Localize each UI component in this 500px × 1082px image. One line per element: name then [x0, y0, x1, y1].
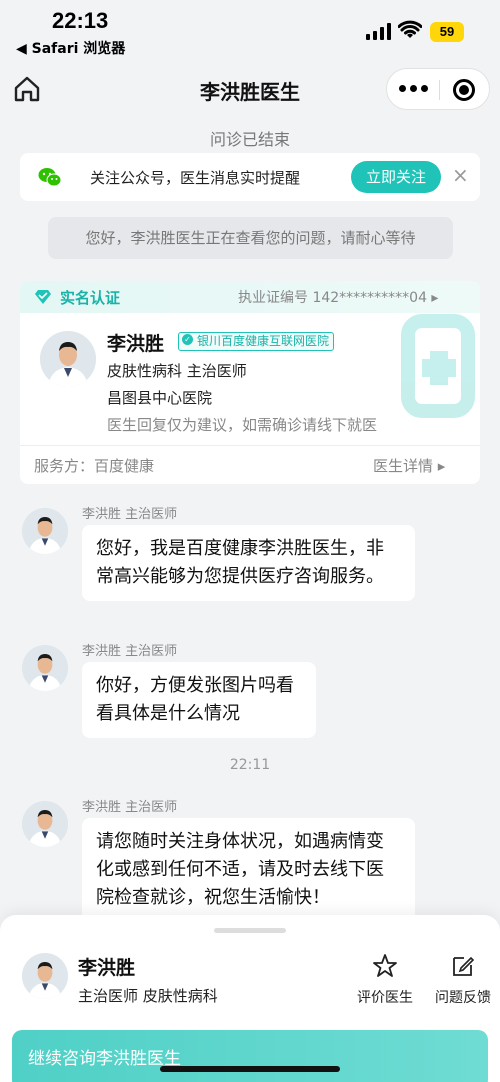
status-bar: 22:13 ◀ Safari 浏览器 59 [0, 0, 500, 60]
sheet-grabber[interactable] [214, 928, 286, 933]
continue-consult-label: 继续咨询李洪胜医生 [28, 1049, 181, 1069]
diamond-verified-icon [35, 290, 51, 304]
status-time: 22:13 [52, 8, 109, 33]
wifi-icon [398, 20, 422, 38]
mini-program-capsule [386, 68, 490, 110]
close-mini-program-icon[interactable] [453, 79, 475, 101]
doctor-detail-link[interactable]: 医生详情 ▸ [373, 455, 445, 476]
verify-label: 实名认证 [60, 289, 121, 307]
rate-doctor-label: 评价医生 [357, 990, 413, 1006]
close-icon[interactable]: × [452, 163, 469, 187]
message-bubble: 你好，方便发张图片吗看看具体是什么情况 [82, 662, 316, 738]
bottom-sheet: 李洪胜 主治医师 皮肤性病科 评价医生 问题反馈 继续咨询李洪胜医生 [0, 915, 500, 1082]
nav-bar: 李洪胜医生 [0, 62, 500, 118]
battery-indicator: 59 [430, 22, 464, 42]
verification-header: 实名认证 执业证编号 142**********04 ▸ [20, 281, 480, 313]
sheet-doctor-title: 主治医师 皮肤性病科 [78, 987, 218, 1005]
hospital-badge: 银川百度健康互联网医院 [178, 332, 335, 351]
avatar [22, 953, 68, 999]
medical-cross-watermark [401, 314, 475, 418]
follow-button[interactable]: 立即关注 [351, 161, 441, 193]
system-message: 您好，李洪胜医生正在查看您的问题，请耐心等待 [48, 217, 453, 259]
continue-consult-button[interactable]: 继续咨询李洪胜医生 [12, 1030, 488, 1082]
disclaimer-note: 医生回复仅为建议，如需确诊请线下就医 [107, 416, 378, 434]
follow-banner: 关注公众号，医生消息实时提醒 立即关注 × [20, 153, 480, 201]
avatar[interactable] [22, 645, 68, 691]
follow-banner-text: 关注公众号，医生消息实时提醒 [90, 169, 301, 187]
rate-doctor-button[interactable]: 评价医生 [352, 953, 418, 1007]
capsule-divider [439, 80, 440, 100]
message-sender: 李洪胜 主治医师 [82, 507, 178, 522]
doctor-department: 皮肤性病科 主治医师 [107, 362, 247, 380]
consult-status: 问诊已结束 [209, 130, 290, 149]
avatar[interactable] [22, 508, 68, 554]
message-bubble: 请您随时关注身体状况，如遇病情变化或感到任何不适，请及时去线下医院检查就诊，祝您… [82, 818, 415, 922]
doctor-avatar [40, 331, 96, 387]
back-to-safari-link[interactable]: ◀ Safari 浏览器 [16, 38, 125, 58]
doctor-card[interactable]: 实名认证 执业证编号 142**********04 ▸ 李洪胜 银川百度健康互… [20, 281, 480, 484]
message-sender: 李洪胜 主治医师 [82, 644, 178, 659]
edit-icon [453, 956, 475, 976]
service-provider: 服务方：百度健康 [34, 457, 155, 475]
license-number[interactable]: 执业证编号 142**********04 ▸ [238, 287, 438, 307]
message-bubble: 您好，我是百度健康李洪胜医生，非常高兴能够为您提供医疗咨询服务。 [82, 525, 415, 601]
doctor-hospital: 昌图县中心医院 [107, 389, 213, 407]
avatar[interactable] [22, 801, 68, 847]
sheet-doctor-name: 李洪胜 [78, 957, 136, 979]
feedback-button[interactable]: 问题反馈 [430, 953, 496, 1007]
cellular-signal-icon [366, 22, 391, 40]
more-menu-icon[interactable] [399, 85, 428, 92]
message-timestamp: 22:11 [229, 757, 271, 773]
message-sender: 李洪胜 主治医师 [82, 800, 178, 815]
home-indicator[interactable] [160, 1066, 340, 1072]
feedback-label: 问题反馈 [435, 990, 491, 1006]
star-icon [373, 954, 397, 977]
card-divider [20, 445, 480, 446]
wechat-icon [38, 168, 62, 187]
doctor-name: 李洪胜 [107, 333, 165, 355]
